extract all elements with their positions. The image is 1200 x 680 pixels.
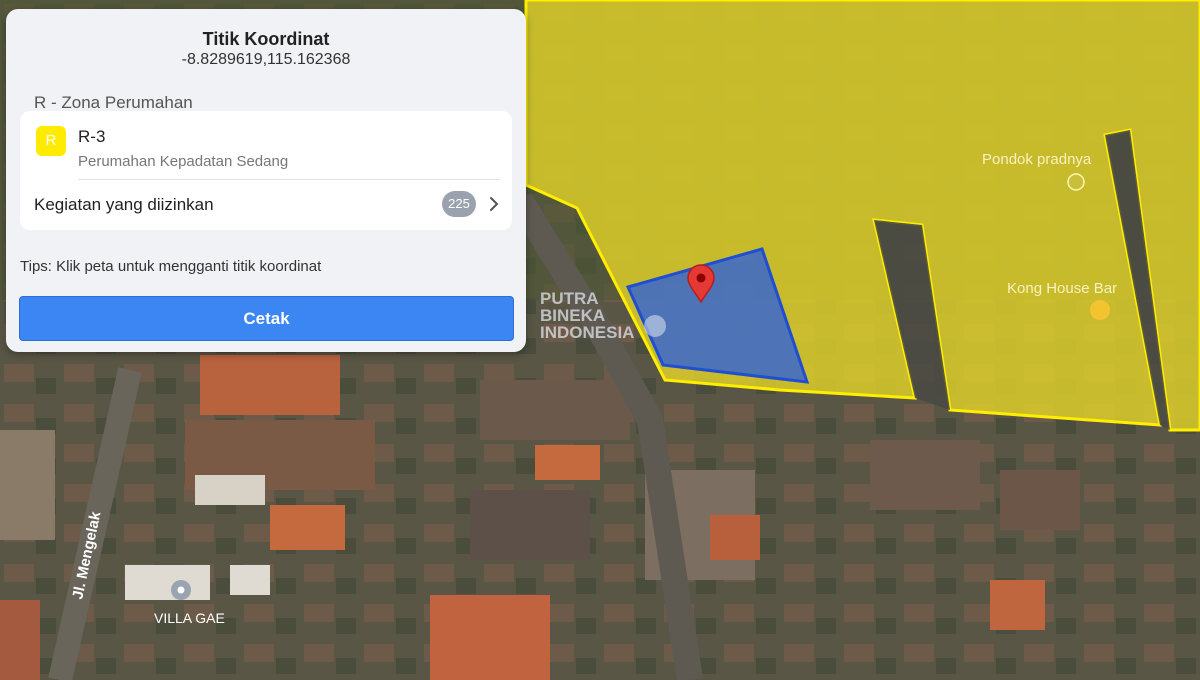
watermark-line-3: INDONESIA xyxy=(540,323,634,342)
coordinates-value: -8.8289619,115.162368 xyxy=(181,51,351,68)
allowed-activities-count-badge: 225 xyxy=(442,191,476,217)
place-label-pondok: Pondok pradnya xyxy=(982,151,1092,168)
zone-badge: R xyxy=(36,126,66,156)
chevron-right-icon[interactable] xyxy=(486,195,502,213)
zone-card: R R-3 Perumahan Kepadatan Sedang Kegiata… xyxy=(20,111,512,230)
coordinate-info-panel: Titik Koordinat -8.8289619,115.162368 R … xyxy=(6,9,526,352)
place-pin-icon xyxy=(1067,173,1085,191)
tips-text: Tips: Klik peta untuk mengganti titik ko… xyxy=(20,258,322,275)
zone-divider xyxy=(78,179,500,180)
zone-code: R-3 xyxy=(78,127,106,146)
bar-pin-icon xyxy=(1090,300,1110,320)
place-label-villa: VILLA GAE xyxy=(154,610,225,626)
place-label-kong: Kong House Bar xyxy=(1007,280,1117,297)
zone-description: Perumahan Kepadatan Sedang xyxy=(78,153,289,170)
panel-title: Titik Koordinat xyxy=(202,29,330,49)
zone-label: R - Zona Perumahan xyxy=(34,93,193,112)
print-button[interactable]: Cetak xyxy=(19,296,514,341)
watermark-logo xyxy=(644,315,666,337)
allowed-activities-label[interactable]: Kegiatan yang diizinkan xyxy=(34,195,214,215)
